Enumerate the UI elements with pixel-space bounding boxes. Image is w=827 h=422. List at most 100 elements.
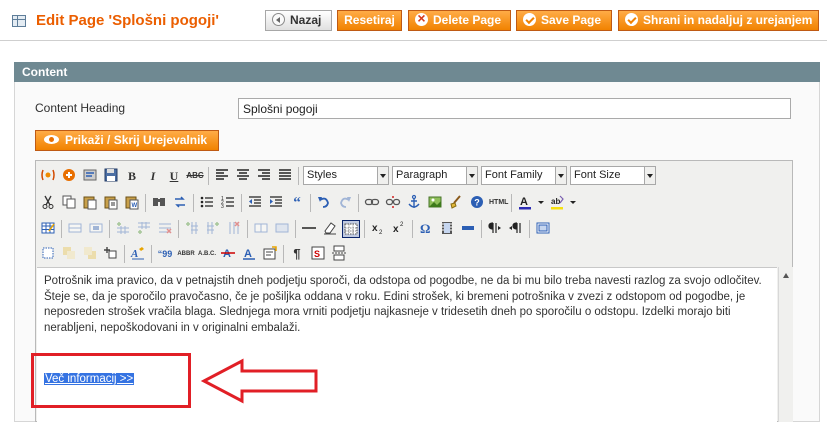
unlink-icon[interactable] [384, 194, 402, 212]
redo-icon[interactable] [336, 194, 354, 212]
toolbar-separator [511, 193, 512, 212]
widget-icon[interactable] [39, 167, 57, 185]
format-select[interactable]: Paragraph [392, 166, 478, 185]
delete-icon [415, 9, 428, 28]
highlight-box-annotation [31, 353, 191, 408]
toolbar-separator [412, 219, 413, 238]
cut-icon[interactable] [39, 194, 57, 212]
row-props-icon[interactable] [66, 220, 84, 238]
svg-text:?: ? [474, 197, 480, 207]
attribs-icon[interactable] [261, 245, 279, 263]
delete-button-label: Delete Page [433, 13, 502, 27]
align-left-icon[interactable] [213, 167, 231, 185]
align-center-icon[interactable] [234, 167, 252, 185]
bold-icon[interactable]: B [123, 167, 141, 185]
reset-button[interactable]: Resetiraj [337, 10, 402, 31]
bullet-list-icon[interactable] [198, 194, 216, 212]
rtl-icon[interactable] [507, 220, 525, 238]
media-icon[interactable] [438, 220, 456, 238]
delete-page-button[interactable]: Delete Page [408, 9, 511, 31]
toolbar-row-3: x2 x2 Ω [39, 217, 555, 240]
back-button[interactable]: Nazaj [265, 10, 332, 31]
paste-text-icon[interactable] [102, 194, 120, 212]
fullscreen-icon[interactable] [534, 220, 552, 238]
paste-icon[interactable] [81, 194, 99, 212]
toolbar-separator [241, 193, 242, 212]
link-icon[interactable] [363, 194, 381, 212]
background-color-dropdown-icon[interactable] [569, 194, 577, 212]
insert-field-icon[interactable] [459, 220, 477, 238]
replace-icon[interactable] [171, 194, 189, 212]
styles-select[interactable]: Styles [303, 166, 389, 185]
del-icon[interactable]: A [219, 245, 237, 263]
background-color-icon[interactable]: ab [548, 194, 566, 212]
special-char-icon[interactable]: Ω [417, 220, 435, 238]
styleprops-icon[interactable]: A [129, 245, 147, 263]
insert-col-before-icon[interactable] [183, 220, 201, 238]
ins-icon[interactable]: A [240, 245, 258, 263]
pagebreak-icon[interactable] [330, 245, 348, 263]
text-color-icon[interactable]: A [516, 194, 534, 212]
variable-icon[interactable] [81, 167, 99, 185]
indent-icon[interactable] [267, 194, 285, 212]
show-blocks-icon[interactable]: ¶ [288, 245, 306, 263]
back-button-label: Nazaj [290, 13, 322, 27]
nonbreaking-icon[interactable]: S [309, 245, 327, 263]
insert-image-magento-icon[interactable] [60, 167, 78, 185]
toolbar-separator [358, 193, 359, 212]
image-icon[interactable] [426, 194, 444, 212]
toolbar-separator [145, 193, 146, 212]
toolbar-separator [193, 193, 194, 212]
paste-word-icon[interactable]: W [123, 194, 141, 212]
insert-row-before-icon[interactable] [114, 220, 132, 238]
remove-format-icon[interactable] [321, 220, 339, 238]
acronym-icon[interactable]: A.B.C. [198, 245, 216, 263]
font-family-select[interactable]: Font Family [481, 166, 567, 185]
chevron-down-icon [466, 167, 477, 184]
visual-aid-icon[interactable] [342, 219, 360, 238]
table-icon[interactable] [39, 220, 57, 238]
move-forward-icon[interactable] [60, 245, 78, 263]
merge-cells-icon[interactable] [273, 220, 291, 238]
outdent-icon[interactable] [246, 194, 264, 212]
cell-props-icon[interactable] [87, 220, 105, 238]
editor-scrollbar[interactable] [778, 267, 793, 422]
ltr-icon[interactable] [486, 220, 504, 238]
numbered-list-icon[interactable]: 123 [219, 194, 237, 212]
cleanup-icon[interactable] [447, 194, 465, 212]
insert-layer-icon[interactable] [39, 245, 57, 263]
svg-text:3: 3 [221, 204, 224, 210]
superscript-icon[interactable]: x2 [390, 220, 408, 238]
split-cells-icon[interactable] [252, 220, 270, 238]
cite-icon[interactable]: “99 [156, 245, 174, 263]
undo-icon[interactable] [315, 194, 333, 212]
subscript-icon[interactable]: x2 [369, 220, 387, 238]
save-icon[interactable] [102, 167, 120, 185]
html-source-icon[interactable]: HTML [489, 194, 508, 212]
underline-icon[interactable]: U [165, 167, 183, 185]
anchor-icon[interactable] [405, 194, 423, 212]
align-justify-icon[interactable] [276, 167, 294, 185]
delete-row-icon[interactable] [156, 220, 174, 238]
abbreviation-icon[interactable]: ABBR [177, 245, 195, 263]
blockquote-icon[interactable]: “ [288, 194, 306, 212]
toggle-editor-button[interactable]: Prikaži / Skrij Urejevalnik [35, 130, 219, 151]
save-page-button[interactable]: Save Page [516, 10, 612, 31]
horizontal-rule-icon[interactable] [300, 220, 318, 238]
insert-row-after-icon[interactable] [135, 220, 153, 238]
text-color-dropdown-icon[interactable] [537, 194, 545, 212]
save-and-continue-button[interactable]: Shrani in nadaljuj z urejanjem [618, 10, 819, 31]
content-heading-input[interactable] [238, 98, 791, 119]
italic-icon[interactable]: I [144, 167, 162, 185]
align-right-icon[interactable] [255, 167, 273, 185]
font-size-select[interactable]: Font Size [570, 166, 656, 185]
strikethrough-icon[interactable]: ABC [186, 167, 204, 185]
help-icon[interactable]: ? [468, 194, 486, 212]
copy-icon[interactable] [60, 194, 78, 212]
absolute-icon[interactable] [102, 245, 120, 263]
move-backward-icon[interactable] [81, 245, 99, 263]
chevron-down-icon [377, 167, 388, 184]
delete-col-icon[interactable] [225, 220, 243, 238]
find-icon[interactable] [150, 194, 168, 212]
insert-col-after-icon[interactable] [204, 220, 222, 238]
